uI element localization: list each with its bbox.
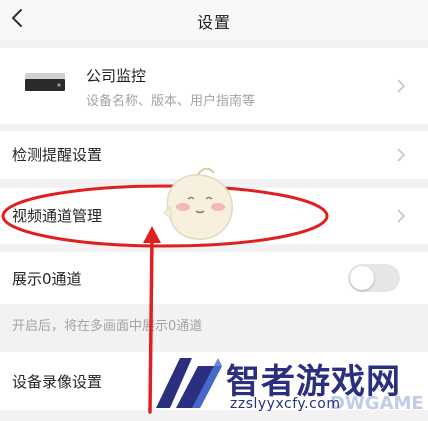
show-channel0-toggle[interactable] bbox=[348, 264, 400, 292]
chevron-right-icon bbox=[397, 79, 406, 93]
watermark-url: zzslyyxcfy.com bbox=[230, 396, 341, 412]
show-channel0-label: 展示0通道 bbox=[12, 270, 82, 288]
show-channel0-hint: 开启后，将在多画面中展示0通道 bbox=[12, 319, 203, 334]
site-logo-icon bbox=[156, 358, 222, 408]
detection-alert-label: 检测提醒设置 bbox=[12, 146, 103, 164]
watermark-bg-text: DWGAME bbox=[330, 393, 424, 414]
mascot-watermark-icon bbox=[163, 167, 233, 240]
chevron-right-icon bbox=[397, 209, 406, 223]
dvr-device-icon bbox=[25, 73, 65, 91]
chevron-right-icon bbox=[397, 148, 406, 162]
recording-settings-label: 设备录像设置 bbox=[12, 373, 103, 391]
device-subtitle: 设备名称、版本、用户指南等 bbox=[86, 94, 256, 109]
toggle-knob bbox=[350, 266, 374, 290]
show-channel0-row: 展示0通道 bbox=[0, 252, 428, 304]
device-name: 公司监控 bbox=[86, 67, 147, 85]
hint-area: 开启后，将在多画面中展示0通道 bbox=[0, 304, 428, 344]
page-title: 设置 bbox=[196, 13, 231, 32]
navigation-bar: 设置 bbox=[0, 0, 428, 40]
video-channel-label: 视频通道管理 bbox=[12, 207, 103, 225]
device-info-row[interactable]: 公司监控 设备名称、版本、用户指南等 bbox=[0, 48, 428, 124]
